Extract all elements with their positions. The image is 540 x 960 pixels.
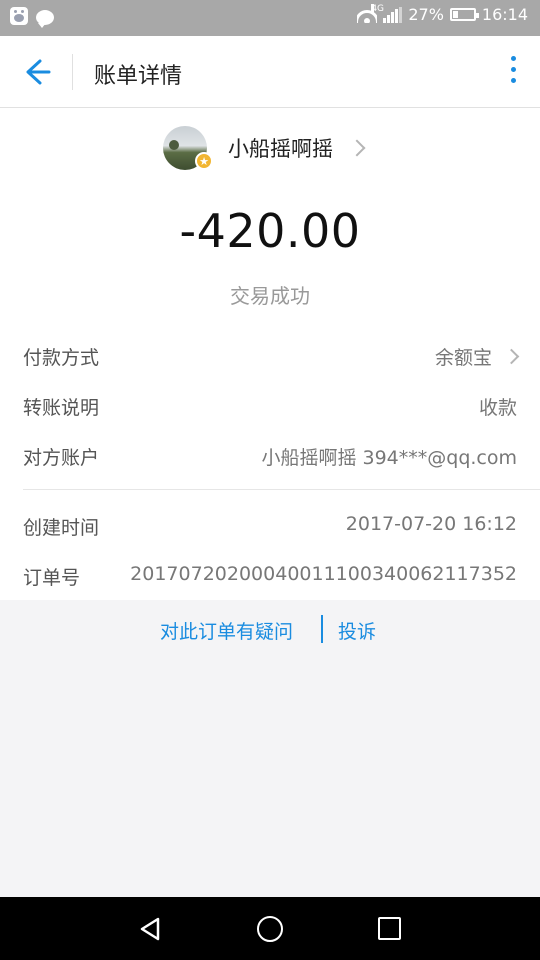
counterparty-link[interactable]: ★ 小船摇啊摇 — [163, 125, 366, 171]
section-divider — [23, 489, 540, 490]
chevron-right-icon — [503, 348, 520, 365]
system-navigation-bar — [0, 897, 540, 960]
nav-back-icon[interactable] — [138, 916, 164, 942]
app-header: 账单详情 — [0, 36, 540, 108]
more-vertical-icon — [506, 56, 520, 83]
chat-icon — [36, 9, 54, 28]
detail-value: 余额宝 — [434, 343, 520, 370]
detail-row-transfer-note: 转账说明 收款 — [23, 393, 517, 423]
nav-recent-icon[interactable] — [378, 917, 401, 940]
battery-level — [452, 11, 459, 18]
transaction-status: 交易成功 — [230, 284, 310, 308]
more-options-button[interactable] — [506, 56, 520, 88]
chevron-right-icon — [348, 139, 366, 157]
arrow-left-icon — [26, 59, 51, 85]
order-question-link[interactable]: 对此订单有疑问 — [160, 617, 293, 644]
footer-links: 对此订单有疑问 投诉 — [0, 615, 540, 645]
page-title: 账单详情 — [94, 64, 183, 89]
detail-value: 2017-07-20 16:12 — [345, 513, 517, 535]
detail-value: 收款 — [478, 397, 517, 419]
payment-method-value: 余额宝 — [434, 347, 492, 369]
detail-label: 转账说明 — [23, 397, 100, 419]
star-badge-icon: ★ — [195, 152, 213, 170]
avatar: ★ — [163, 126, 213, 170]
complaint-link[interactable]: 投诉 — [338, 617, 376, 644]
detail-row-order-number: 订单号 20170720200040011100340062117352 — [23, 563, 517, 593]
signal-icon: 4G — [371, 3, 403, 23]
baidu-icon — [10, 7, 28, 25]
header-divider — [72, 54, 73, 90]
battery-percent: 27% — [408, 5, 444, 24]
detail-value: 小船摇啊摇 394***@qq.com — [261, 447, 517, 469]
detail-row-created-time: 创建时间 2017-07-20 16:12 — [23, 513, 517, 543]
status-time: 16:14 — [481, 5, 528, 24]
network-type: 4G — [371, 3, 385, 14]
back-button[interactable] — [16, 54, 56, 90]
status-bar-notifications — [10, 7, 54, 28]
status-bar-system: 4G 27% 16:14 — [357, 3, 528, 24]
nav-home-icon[interactable] — [257, 916, 283, 942]
detail-row-payment-method[interactable]: 付款方式 余额宝 — [23, 343, 520, 373]
detail-label: 订单号 — [23, 567, 81, 589]
detail-label: 付款方式 — [23, 347, 100, 369]
bill-detail-card: ★ 小船摇啊摇 -420.00 交易成功 付款方式 余额宝 转账说明 收款 对方… — [0, 108, 540, 600]
status-bar: 4G 27% 16:14 — [0, 0, 540, 36]
detail-label: 创建时间 — [23, 517, 100, 539]
avatar-tree — [169, 140, 179, 150]
transaction-amount: -420.00 — [179, 204, 361, 258]
counterparty-name: 小船摇啊摇 — [228, 137, 333, 161]
detail-row-counterparty-account: 对方账户 小船摇啊摇 394***@qq.com — [23, 443, 517, 473]
link-divider — [321, 615, 323, 643]
detail-value: 20170720200040011100340062117352 — [130, 563, 517, 585]
detail-label: 对方账户 — [23, 447, 100, 469]
battery-icon — [449, 8, 479, 21]
